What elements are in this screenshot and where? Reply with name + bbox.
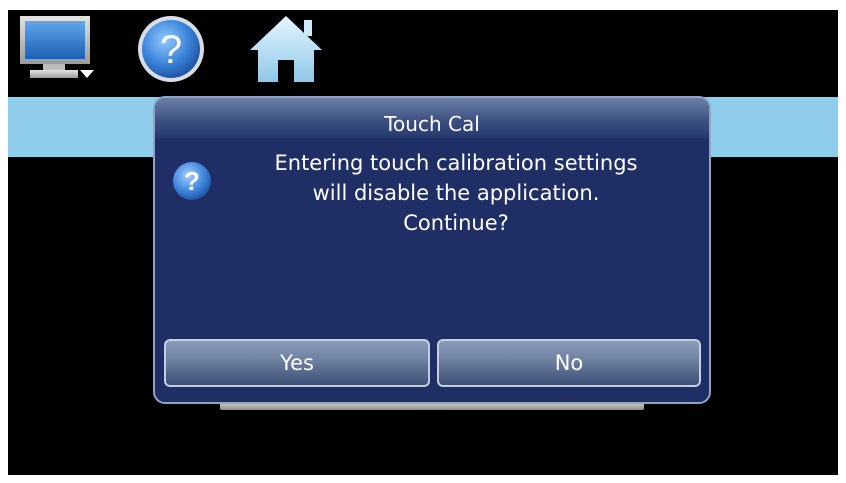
yes-button[interactable]: Yes: [164, 339, 430, 387]
question-icon: ?: [173, 162, 211, 200]
dialog-message: Entering touch calibration settings will…: [211, 148, 701, 238]
message-line: will disable the application.: [312, 181, 600, 205]
home-button[interactable]: [246, 14, 326, 84]
help-icon: ?: [138, 16, 204, 82]
svg-text:?: ?: [184, 166, 200, 196]
home-icon: [250, 16, 322, 82]
svg-text:?: ?: [160, 28, 182, 72]
no-button[interactable]: No: [437, 339, 701, 387]
message-line: Entering touch calibration settings: [274, 151, 638, 175]
touch-cal-dialog: Touch Cal ? Entering touch calibration s…: [153, 96, 711, 404]
message-line: Continue?: [403, 211, 509, 235]
background-panel-edge: [220, 403, 644, 410]
dialog-title: Touch Cal: [384, 112, 480, 136]
help-button[interactable]: ?: [133, 14, 209, 84]
monitor-icon: [20, 16, 94, 78]
monitor-button[interactable]: [16, 14, 96, 84]
touch-screen: ? Touch Cal ? Entering touch calibration…: [8, 10, 838, 475]
